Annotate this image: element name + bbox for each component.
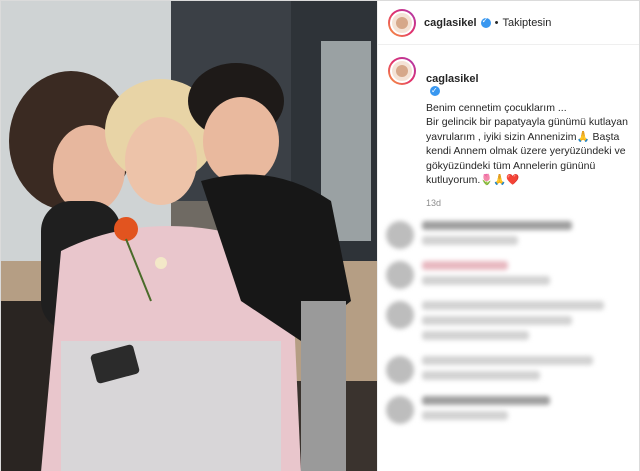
comment-item (386, 221, 636, 251)
comment-avatar (386, 396, 414, 424)
follow-status-button[interactable]: Takiptesin (502, 17, 551, 29)
comment-item (386, 261, 636, 291)
comment-item (386, 396, 636, 426)
post-sidebar: caglasikel • Takiptesin caglasikel Benim… (377, 1, 639, 471)
comment-avatar (386, 301, 414, 329)
post-header: caglasikel • Takiptesin (378, 1, 639, 45)
verified-badge-icon (430, 84, 440, 99)
caption-avatar[interactable] (388, 57, 416, 85)
comment-avatar (386, 356, 414, 384)
caption-block: caglasikel Benim cennetim çocuklarım ...… (378, 45, 639, 210)
username-link[interactable]: caglasikel (424, 17, 477, 29)
comment-item (386, 301, 636, 346)
comment-avatar (386, 221, 414, 249)
post-time[interactable]: 13d (426, 196, 629, 211)
family-photo-image (1, 1, 377, 471)
caption-text: Benim cennetim çocuklarım ... Bir gelinc… (426, 101, 628, 187)
verified-badge-icon (480, 16, 491, 28)
separator-dot: • (494, 16, 499, 29)
comment-item (386, 356, 636, 386)
profile-avatar[interactable] (388, 8, 416, 37)
caption-username-link[interactable]: caglasikel (426, 73, 479, 85)
comment-avatar (386, 261, 414, 289)
instagram-post: caglasikel • Takiptesin caglasikel Benim… (0, 0, 640, 471)
post-photo[interactable] (1, 1, 377, 471)
comments-list-blurred (386, 221, 636, 436)
caption-body: caglasikel Benim cennetim çocuklarım ...… (426, 57, 629, 210)
